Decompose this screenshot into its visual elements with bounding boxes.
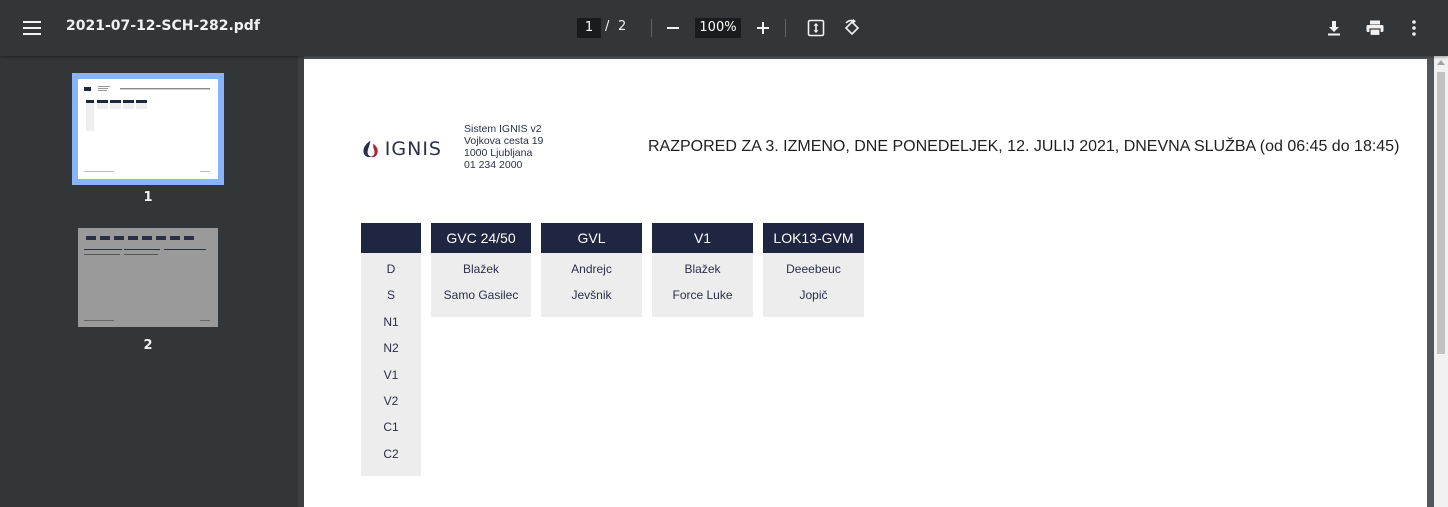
crew-member: Andrejc xyxy=(571,262,612,276)
toolbar-divider xyxy=(785,19,786,37)
toolbar: 2021-07-12-SCH-282.pdf 1 / 2 100% xyxy=(0,0,1448,56)
unit-column: GVL Andrejc Jevšnik xyxy=(541,223,642,317)
address-line: 01 234 2000 xyxy=(464,159,523,171)
row-label: N1 xyxy=(383,314,399,329)
zoom-in-button[interactable] xyxy=(749,14,777,42)
unit-header: GVC 24/50 xyxy=(431,223,531,253)
crew-member: Blažek xyxy=(462,262,500,276)
download-button[interactable] xyxy=(1320,14,1348,42)
row-label: C2 xyxy=(383,446,399,461)
unit-column: V1 Blažek Force Luke xyxy=(652,223,753,317)
zoom-out-button[interactable] xyxy=(659,14,687,42)
logo-text: IGNIS xyxy=(384,138,442,160)
zoom-out-icon xyxy=(667,27,679,29)
more-options-button[interactable] xyxy=(1400,14,1428,42)
scrollbar-thumb[interactable] xyxy=(1437,72,1445,354)
menu-button[interactable] xyxy=(16,14,48,42)
menu-icon xyxy=(23,21,41,35)
zoom-input[interactable]: 100% xyxy=(695,18,741,38)
ignis-logo: IGNIS xyxy=(362,132,442,166)
thumbnail-label: 1 xyxy=(143,190,153,205)
print-icon xyxy=(1366,20,1384,36)
rotate-icon xyxy=(844,19,860,36)
page-separator: / xyxy=(605,19,610,34)
pdf-page: IGNIS Sistem IGNIS v2 Vojkova cesta 19 1… xyxy=(304,59,1427,507)
rotate-button[interactable] xyxy=(838,14,866,42)
row-label: C1 xyxy=(383,420,399,435)
page-number-input[interactable]: 1 xyxy=(577,18,601,38)
toolbar-divider xyxy=(651,19,652,37)
total-pages: 2 xyxy=(618,19,627,34)
row-label: N2 xyxy=(383,341,399,356)
scroll-up-arrow-icon[interactable] xyxy=(1437,60,1445,65)
thumbnail-preview xyxy=(84,86,210,172)
thumbnail-label: 2 xyxy=(143,338,153,353)
crew-member: Jevšnik xyxy=(571,288,612,303)
page-thumbnail-1[interactable] xyxy=(72,73,224,185)
unit-column: LOK13-GVM Deeebeuc Jopič xyxy=(763,223,864,317)
file-name: 2021-07-12-SCH-282.pdf xyxy=(66,18,260,34)
unit-header: LOK13-GVM xyxy=(763,223,864,253)
crew-member: Force Luke xyxy=(672,288,733,303)
company-address: Sistem IGNIS v2 Vojkova cesta 19 1000 Lj… xyxy=(464,123,543,171)
page-thumbnail-2[interactable] xyxy=(78,228,218,327)
address-line: Sistem IGNIS v2 xyxy=(464,123,542,135)
crew-member: Jopič xyxy=(799,288,828,303)
thumbnail-preview xyxy=(84,236,210,321)
unit-column: GVC 24/50 Blažek Samo Gasilec xyxy=(431,223,531,317)
fit-page-icon xyxy=(807,19,825,37)
more-vert-icon xyxy=(1412,20,1416,36)
address-line: 1000 Ljubljana xyxy=(464,147,533,159)
unit-header: V1 xyxy=(652,223,753,253)
crew-member: Blažek xyxy=(684,262,721,276)
row-label-header xyxy=(361,223,421,253)
crew-member: Deeebeuc xyxy=(786,262,841,276)
fit-page-button[interactable] xyxy=(802,14,830,42)
schedule-title: RAZPORED ZA 3. IZMENO, DNE PONEDELJEK, 1… xyxy=(648,138,1400,155)
row-label: D xyxy=(386,262,396,276)
row-label-column: D S N1 N2 V1 V2 C1 C2 xyxy=(361,223,421,476)
flame-logo-icon xyxy=(363,140,378,158)
row-label: V2 xyxy=(383,393,399,408)
download-icon xyxy=(1328,21,1340,36)
row-label: V1 xyxy=(383,367,399,382)
crew-member: Samo Gasilec xyxy=(443,288,519,303)
address-line: Vojkova cesta 19 xyxy=(464,135,544,147)
row-label: S xyxy=(386,288,395,303)
print-button[interactable] xyxy=(1361,14,1389,42)
zoom-in-icon xyxy=(757,22,769,34)
unit-header: GVL xyxy=(541,223,642,253)
